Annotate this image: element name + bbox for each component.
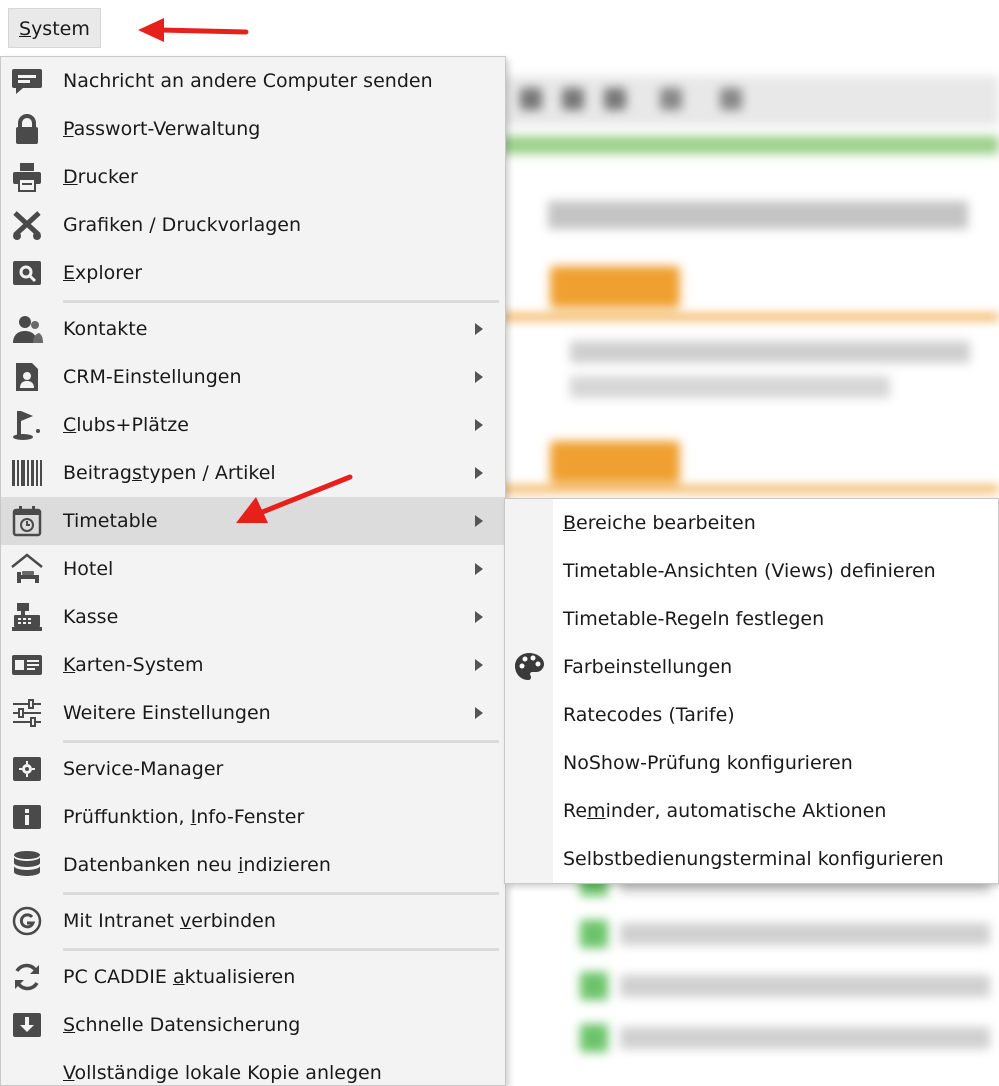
submenu-arrow-icon	[475, 611, 483, 623]
submenu-item-label: Bereiche bearbeiten	[563, 512, 756, 534]
sliders-icon	[13, 699, 41, 727]
menu-item-label: Datenbanken neu indizieren	[63, 854, 331, 876]
submenu-item-reminder[interactable]: Reminder, automatische Aktionen	[505, 787, 999, 835]
menu-item-datensicherung[interactable]: Schnelle Datensicherung	[1, 1001, 505, 1049]
annotation-arrow-icon	[236, 474, 353, 523]
menu-item-nachricht[interactable]: Nachricht an andere Computer senden	[1, 57, 505, 105]
menu-item-label: Hotel	[63, 558, 114, 580]
menu-item-label: Karten-System	[63, 654, 204, 676]
system-dropdown-menu: Nachricht an andere Computer senden Pass…	[0, 56, 506, 1086]
menu-item-label: Passwort-Verwaltung	[63, 118, 261, 140]
explorer-icon	[13, 261, 41, 285]
menu-item-datenbanken[interactable]: Datenbanken neu indizieren	[1, 841, 505, 889]
menu-item-clubs[interactable]: Clubs+Plätze	[1, 401, 505, 449]
message-icon	[12, 69, 42, 94]
palette-icon	[515, 653, 544, 680]
menu-item-kontakte[interactable]: Kontakte	[1, 305, 505, 353]
menu-item-label: CRM-Einstellungen	[63, 366, 242, 388]
menu-item-explorer[interactable]: Explorer	[1, 249, 505, 297]
lock-icon	[16, 114, 38, 144]
menu-item-kasse[interactable]: Kasse	[1, 593, 505, 641]
submenu-arrow-icon	[475, 659, 483, 671]
intranet-icon	[12, 906, 42, 936]
menu-item-crm[interactable]: CRM-Einstellungen	[1, 353, 505, 401]
menu-item-label: Drucker	[63, 166, 138, 188]
menu-item-label: Service-Manager	[63, 758, 224, 780]
menu-item-label: Timetable	[63, 510, 158, 532]
submenu-item-noshow[interactable]: NoShow-Prüfung konfigurieren	[505, 739, 999, 787]
timetable-submenu: Bereiche bearbeiten Timetable-Ansichten …	[504, 498, 999, 884]
menu-separator	[63, 892, 499, 895]
submenu-arrow-icon	[475, 467, 483, 479]
submenu-item-ratecodes[interactable]: Ratecodes (Tarife)	[505, 691, 999, 739]
menu-separator	[63, 740, 499, 743]
menu-item-lokale-kopie[interactable]: Vollständige lokale Kopie anlegen	[1, 1049, 505, 1085]
submenu-item-label: Selbstbedienungsterminal konfigurieren	[563, 848, 944, 870]
submenu-arrow-icon	[475, 371, 483, 383]
menu-item-label: Kasse	[63, 606, 119, 628]
menu-item-aktualisieren[interactable]: PC CADDIE aktualisieren	[1, 953, 505, 1001]
menu-item-intranet[interactable]: Mit Intranet verbinden	[1, 897, 505, 945]
gear-icon	[13, 757, 41, 781]
menu-item-prueffunktion[interactable]: Prüffunktion, Info-Fenster	[1, 793, 505, 841]
annotation-arrow-icon	[138, 18, 249, 42]
submenu-item-label: Ratecodes (Tarife)	[563, 704, 735, 726]
menu-item-label: Explorer	[63, 262, 143, 284]
submenu-arrow-icon	[475, 707, 483, 719]
menu-item-label: PC CADDIE aktualisieren	[63, 966, 296, 988]
menu-item-label: Weitere Einstellungen	[63, 702, 271, 724]
clubs-icon	[13, 411, 40, 440]
download-icon	[13, 1013, 41, 1037]
menu-separator	[63, 300, 499, 303]
submenu-item-regeln[interactable]: Timetable-Regeln festlegen	[505, 595, 999, 643]
menu-item-label: Clubs+Plätze	[63, 414, 189, 436]
submenu-item-selbstbedienungsterminal[interactable]: Selbstbedienungsterminal konfigurieren	[505, 835, 999, 883]
refresh-icon	[15, 963, 39, 991]
menu-item-karten-system[interactable]: Karten-System	[1, 641, 505, 689]
submenu-item-label: Timetable-Regeln festlegen	[563, 608, 825, 630]
submenu-item-ansichten[interactable]: Timetable-Ansichten (Views) definieren	[505, 547, 999, 595]
menu-item-grafiken[interactable]: Grafiken / Druckvorlagen	[1, 201, 505, 249]
submenu-item-label: Farbeinstellungen	[563, 656, 733, 678]
cash-register-icon	[12, 603, 42, 631]
scissors-icon	[13, 211, 41, 240]
submenu-arrow-icon	[475, 515, 483, 527]
card-icon	[12, 655, 42, 675]
submenu-item-farbeinstellungen[interactable]: Farbeinstellungen	[505, 643, 999, 691]
submenu-arrow-icon	[475, 419, 483, 431]
printer-icon	[13, 163, 41, 192]
submenu-item-label: Reminder, automatische Aktionen	[563, 800, 887, 822]
menu-item-label: Vollständige lokale Kopie anlegen	[63, 1062, 382, 1084]
menu-separator	[63, 948, 499, 951]
database-icon	[14, 851, 40, 876]
menu-item-label: Kontakte	[63, 318, 148, 340]
hotel-icon	[11, 553, 43, 583]
menu-item-service-manager[interactable]: Service-Manager	[1, 745, 505, 793]
submenu-item-bereiche[interactable]: Bereiche bearbeiten	[505, 499, 999, 547]
submenu-item-label: NoShow-Prüfung konfigurieren	[563, 752, 853, 774]
menu-item-passwort[interactable]: Passwort-Verwaltung	[1, 105, 505, 153]
menu-item-label: Nachricht an andere Computer senden	[63, 70, 433, 92]
timetable-icon	[12, 506, 42, 537]
menu-item-weitere-einstellungen[interactable]: Weitere Einstellungen	[1, 689, 505, 737]
menu-item-hotel[interactable]: Hotel	[1, 545, 505, 593]
submenu-arrow-icon	[475, 563, 483, 575]
barcode-icon	[12, 460, 42, 486]
menu-item-label: Schnelle Datensicherung	[63, 1014, 301, 1036]
submenu-arrow-icon	[475, 323, 483, 335]
menu-item-drucker[interactable]: Drucker	[1, 153, 505, 201]
info-icon	[13, 805, 41, 829]
crm-icon	[16, 363, 38, 391]
menu-item-label: Prüffunktion, Info-Fenster	[63, 806, 305, 828]
contacts-icon	[13, 316, 43, 343]
menu-item-label: Grafiken / Druckvorlagen	[63, 214, 302, 236]
submenu-item-label: Timetable-Ansichten (Views) definieren	[563, 560, 936, 582]
menu-item-label: Mit Intranet verbinden	[63, 910, 276, 932]
menu-system[interactable]: System	[8, 8, 101, 48]
